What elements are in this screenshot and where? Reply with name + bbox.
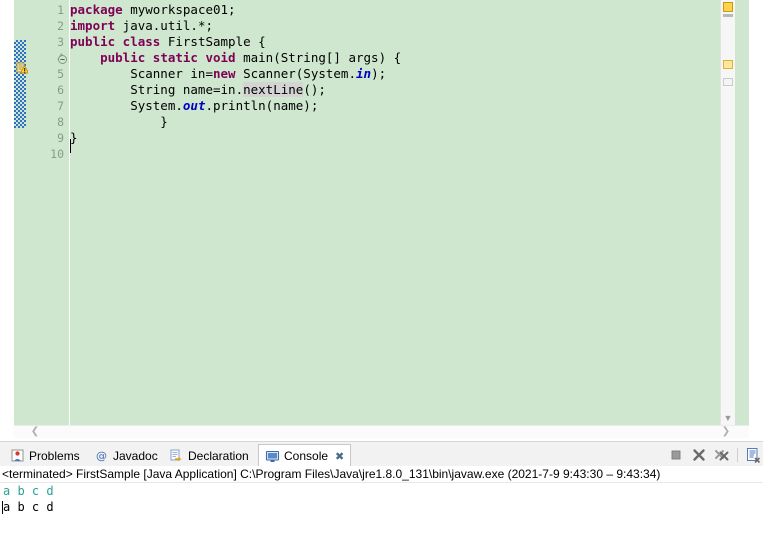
javadoc-icon: @ xyxy=(94,448,109,463)
line-number: 5 xyxy=(57,67,64,81)
tab-problems[interactable]: Problems xyxy=(4,444,86,467)
changed-lines-bar xyxy=(14,40,26,128)
ruler-warning-marker[interactable] xyxy=(723,2,733,12)
text-caret xyxy=(70,139,71,153)
console-icon xyxy=(265,449,280,464)
overview-ruler[interactable]: ▲ ▼ xyxy=(720,0,735,425)
code-line: System.out.println(name); xyxy=(70,98,319,113)
line-number: 8 xyxy=(57,115,64,129)
toolbar-separator xyxy=(737,447,738,462)
code-line: Scanner in=new Scanner(System.in); xyxy=(70,66,387,81)
line-number: 7 xyxy=(57,99,64,113)
code-line: } xyxy=(70,130,78,145)
console-caret xyxy=(2,501,3,514)
console-status-line: <terminated> FirstSample [Java Applicati… xyxy=(0,466,763,483)
tab-label: Declaration xyxy=(188,448,249,463)
eclipse-ide-window: 1 2 3 4 5 6 7 8 9 10 xyxy=(0,0,763,550)
editor-frame: 1 2 3 4 5 6 7 8 9 10 xyxy=(14,0,749,425)
code-line: public static void main(String[] args) { xyxy=(100,50,402,65)
ruler-warning-marker[interactable] xyxy=(723,60,733,69)
java-editor[interactable]: 1 2 3 4 5 6 7 8 9 10 xyxy=(0,0,763,438)
open-console-button[interactable] xyxy=(745,447,761,463)
code-line: String name=in.nextLine(); xyxy=(70,82,326,97)
declaration-icon xyxy=(169,448,184,463)
tab-label: Console xyxy=(284,449,329,463)
scroll-left-arrow[interactable]: ❮ xyxy=(28,426,42,438)
console-input-echo: a b c d xyxy=(3,484,54,498)
code-line: public class FirstSample { xyxy=(70,34,266,49)
tab-javadoc[interactable]: @ Javadoc xyxy=(88,444,164,467)
bottom-panel: Problems @ Javadoc Declaration Console ✖… xyxy=(0,441,763,550)
console-output-line: a b c d xyxy=(3,500,54,514)
line-number: 9 xyxy=(57,131,64,145)
line-number: 1 xyxy=(57,3,64,17)
view-tab-bar: Problems @ Javadoc Declaration Console ✖ xyxy=(0,441,763,467)
code-text-area[interactable]: package myworkspace01; import java.util.… xyxy=(70,0,725,425)
line-number: 3 xyxy=(57,35,64,49)
fold-collapse-icon[interactable] xyxy=(58,53,67,64)
tab-console[interactable]: Console ✖ xyxy=(258,444,352,467)
tab-declaration[interactable]: Declaration xyxy=(163,444,255,467)
close-icon[interactable]: ✖ xyxy=(335,450,344,463)
code-line: import java.util.*; xyxy=(70,18,213,33)
scroll-down-arrow[interactable]: ▼ xyxy=(721,411,735,425)
console-output[interactable]: a b c d a b c d xyxy=(0,483,763,550)
console-toolbar xyxy=(668,444,761,465)
terminate-button[interactable] xyxy=(668,447,684,463)
ruler-mark xyxy=(723,78,733,86)
line-number: 6 xyxy=(57,83,64,97)
tab-label: Problems xyxy=(29,448,80,463)
remove-all-consoles-button[interactable] xyxy=(714,447,730,463)
svg-text:@: @ xyxy=(96,450,107,463)
scroll-right-arrow[interactable]: ❯ xyxy=(719,426,733,438)
code-line: package myworkspace01; xyxy=(70,2,236,17)
tab-label: Javadoc xyxy=(113,448,158,463)
code-line: } xyxy=(70,114,168,129)
line-number: 2 xyxy=(57,19,64,33)
problems-icon xyxy=(10,448,25,463)
ruler-mark xyxy=(723,14,733,17)
line-number: 10 xyxy=(50,147,64,161)
editor-horizontal-scrollbar[interactable]: ❮ ❯ xyxy=(14,425,749,438)
remove-console-button[interactable] xyxy=(691,447,707,463)
